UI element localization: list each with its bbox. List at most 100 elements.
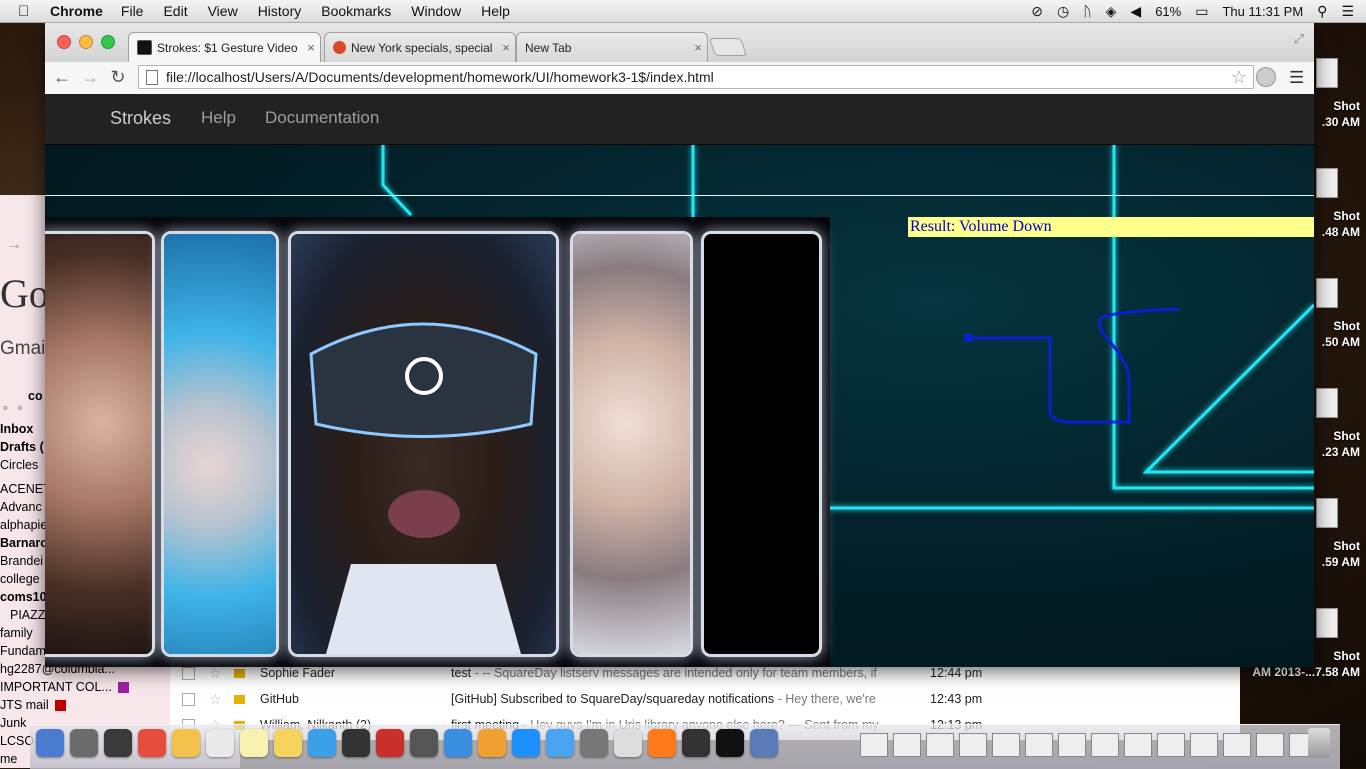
brand-link[interactable]: Strokes <box>110 108 171 129</box>
zoom-window-button[interactable] <box>101 35 115 49</box>
menu-history[interactable]: History <box>258 3 302 19</box>
chrome-menu-icon[interactable]: ☰ <box>1289 68 1304 88</box>
screenshot-file-icon[interactable] <box>1316 498 1338 528</box>
dock-window-thumbnail[interactable] <box>1058 733 1086 757</box>
dock-window-thumbnail[interactable] <box>893 733 921 757</box>
dock-window-thumbnail[interactable] <box>1025 733 1053 757</box>
dock-app-icon[interactable] <box>478 729 506 757</box>
menu-view[interactable]: View <box>208 3 238 19</box>
nav-documentation-link[interactable]: Documentation <box>265 108 379 128</box>
screenshot-file-label[interactable]: Shot .59 AM <box>1322 538 1360 570</box>
trash-icon[interactable] <box>1308 728 1330 758</box>
dock-app-icon[interactable] <box>750 729 778 757</box>
dock-window-thumbnail[interactable] <box>926 733 954 757</box>
dock-app-icon[interactable] <box>410 729 438 757</box>
url-text[interactable]: file://localhost/Users/A/Documents/devel… <box>166 69 714 85</box>
video-panel-5 <box>701 231 822 657</box>
dock-app-icon[interactable] <box>138 729 166 757</box>
reload-button[interactable]: ↻ <box>107 66 129 88</box>
dock-app-icon[interactable] <box>104 729 132 757</box>
dock-app-icon[interactable] <box>342 729 370 757</box>
clock[interactable]: Thu 11:31 PM <box>1222 4 1303 19</box>
dock-app-icon[interactable] <box>546 729 574 757</box>
dock-app-icon[interactable] <box>376 729 404 757</box>
dock-window-thumbnail[interactable] <box>1124 733 1152 757</box>
screenshot-file-label[interactable]: Shot .23 AM <box>1322 428 1360 460</box>
close-window-button[interactable] <box>57 35 71 49</box>
screenshot-file-icon[interactable] <box>1316 168 1338 198</box>
do-not-disturb-icon[interactable]: ⊘ <box>1031 3 1043 20</box>
dock-app-icon[interactable] <box>614 729 642 757</box>
nav-help-link[interactable]: Help <box>201 108 236 128</box>
video-player[interactable] <box>45 217 830 667</box>
back-button[interactable]: ← <box>51 66 73 88</box>
battery-percent[interactable]: 61% <box>1155 4 1181 19</box>
dock-app-icon[interactable] <box>444 729 472 757</box>
screenshot-file-icon[interactable] <box>1316 58 1338 88</box>
importance-marker-icon[interactable] <box>233 694 245 704</box>
dock-window-thumbnail[interactable] <box>1157 733 1185 757</box>
screenshot-file-label[interactable]: Shot .48 AM <box>1322 208 1360 240</box>
menu-file[interactable]: File <box>121 3 144 19</box>
dock-app-icon[interactable] <box>716 729 744 757</box>
menu-bookmarks[interactable]: Bookmarks <box>321 3 391 19</box>
video-panel-2 <box>161 231 279 657</box>
apple-icon[interactable]:  <box>18 3 36 20</box>
mac-menu-bar:  Chrome File Edit View History Bookmark… <box>0 0 1366 23</box>
select-checkbox[interactable] <box>182 692 195 706</box>
screenshot-file-icon[interactable] <box>1316 608 1338 638</box>
email-row[interactable]: ☆ GitHub [GitHub] Subscribed to SquareDay/… <box>170 686 1240 712</box>
importance-marker-icon[interactable] <box>233 668 245 678</box>
app-menu[interactable]: Chrome <box>50 3 103 19</box>
new-tab-button[interactable] <box>708 38 748 56</box>
menu-window[interactable]: Window <box>411 3 461 19</box>
dock-window-thumbnail[interactable] <box>1190 733 1218 757</box>
dock-app-icon[interactable] <box>580 729 608 757</box>
tab-new-york-specials[interactable]: New York specials, special × <box>324 32 516 62</box>
battery-icon[interactable]: ▭ <box>1195 3 1208 20</box>
dock-window-thumbnail[interactable] <box>992 733 1020 757</box>
forward-button[interactable]: → <box>79 66 101 88</box>
spotlight-icon[interactable]: ⚲ <box>1317 3 1327 20</box>
bluetooth-icon[interactable]: ᚢ <box>1083 3 1091 19</box>
screenshot-file-label[interactable]: Shot .30 AM <box>1322 98 1360 130</box>
time-machine-icon[interactable]: ◷ <box>1057 3 1069 20</box>
screenshot-file-icon[interactable] <box>1316 278 1338 308</box>
star-icon[interactable]: ☆ <box>209 691 222 708</box>
menu-help[interactable]: Help <box>481 3 510 19</box>
wifi-icon[interactable]: ◈ <box>1106 3 1117 20</box>
close-tab-icon[interactable]: × <box>497 40 515 55</box>
close-tab-icon[interactable]: × <box>689 40 707 55</box>
close-tab-icon[interactable]: × <box>302 40 320 55</box>
menu-edit[interactable]: Edit <box>163 3 187 19</box>
notification-center-icon[interactable]: ☰ <box>1341 3 1354 20</box>
dock-app-icon[interactable] <box>240 729 268 757</box>
dock-window-thumbnail[interactable] <box>860 733 888 757</box>
dock-app-icon[interactable] <box>308 729 336 757</box>
volume-icon[interactable]: ◀ <box>1130 3 1141 20</box>
dock-app-icon[interactable] <box>206 729 234 757</box>
dock-window-thumbnail[interactable] <box>1223 733 1251 757</box>
select-checkbox[interactable] <box>182 666 195 680</box>
screenshot-file-icon[interactable] <box>1316 388 1338 418</box>
star-icon[interactable]: ☆ <box>209 665 222 682</box>
extension-icon[interactable] <box>1256 67 1276 87</box>
dock-app-icon[interactable] <box>512 729 540 757</box>
dock-app-icon[interactable] <box>648 729 676 757</box>
dock-window-thumbnail[interactable] <box>1091 733 1119 757</box>
tab-strokes[interactable]: Strokes: $1 Gesture Video × <box>128 32 321 62</box>
address-bar[interactable]: file://localhost/Users/A/Documents/devel… <box>138 65 1254 89</box>
bookmark-star-icon[interactable]: ☆ <box>1231 67 1247 88</box>
dock-app-icon[interactable] <box>70 729 98 757</box>
dock-window-thumbnail[interactable] <box>959 733 987 757</box>
minimize-window-button[interactable] <box>79 35 93 49</box>
tab-new-tab[interactable]: New Tab × <box>516 32 708 62</box>
dock-app-icon[interactable] <box>36 729 64 757</box>
gesture-stage[interactable]: Result: Volume Down <box>45 145 1314 667</box>
dock-app-icon[interactable] <box>682 729 710 757</box>
fullscreen-icon[interactable]: ⤢ <box>1294 31 1304 47</box>
dock-app-icon[interactable] <box>274 729 302 757</box>
dock-app-icon[interactable] <box>172 729 200 757</box>
screenshot-file-label[interactable]: Shot .50 AM <box>1322 318 1360 350</box>
dock-window-thumbnail[interactable] <box>1256 733 1284 757</box>
